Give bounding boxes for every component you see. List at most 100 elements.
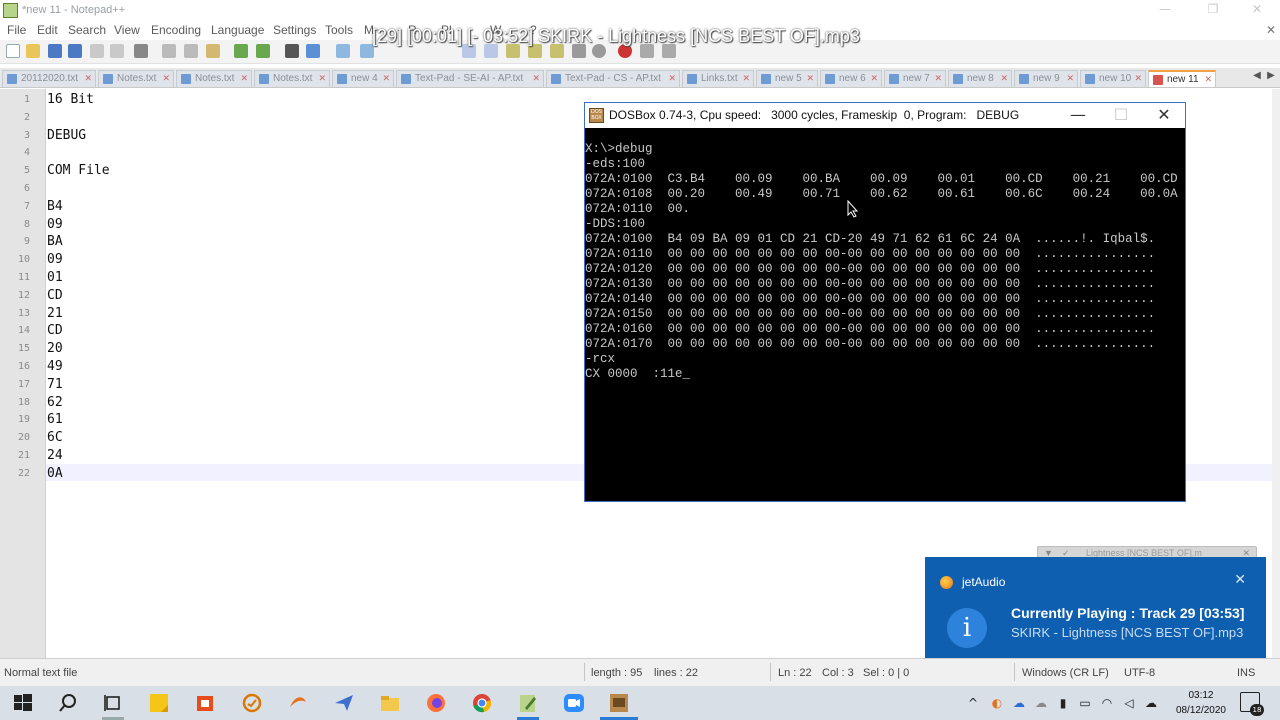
firefox-icon[interactable] (425, 692, 447, 714)
tab-textpad-se-ai[interactable]: Text-Pad - SE-AI - AP.txt ✕ (396, 70, 544, 87)
tab-scroll-left-icon[interactable]: ◀ (1250, 70, 1264, 85)
close-tab-icon[interactable]: ✕ (1066, 73, 1074, 84)
code-line[interactable]: 62 (47, 395, 63, 410)
tab-links[interactable]: Links.txt ✕ (682, 70, 754, 87)
close-tab-icon[interactable]: ✕ (532, 73, 540, 84)
tray-sync-icon[interactable]: ☁ (1144, 696, 1158, 710)
code-line[interactable]: 71 (47, 377, 63, 392)
tray-jetaudio-icon[interactable]: ◐ (990, 696, 1004, 710)
code-line[interactable]: 49 (47, 359, 63, 374)
find-icon[interactable] (285, 44, 299, 58)
dosbox-console[interactable]: X:\>debug -eds:100 072A:0100 C3.B4 00.09 0… (585, 128, 1185, 501)
undo-icon[interactable] (234, 44, 248, 58)
menu-file[interactable]: File (7, 23, 26, 37)
dosbox-title-bar[interactable]: DOS BOX DOSBox 0.74-3, Cpu speed: 3000 cy… (585, 103, 1185, 128)
menu-settings[interactable]: Settings (273, 23, 316, 37)
close-tab-icon[interactable]: ✕ (1000, 73, 1008, 84)
status-eol[interactable]: Windows (CR LF) (1022, 667, 1109, 679)
redo-icon[interactable] (256, 44, 270, 58)
cut-icon[interactable] (162, 44, 176, 58)
code-line[interactable]: 0A (47, 466, 63, 481)
save-all-icon[interactable] (68, 44, 82, 58)
paste-icon[interactable] (206, 44, 220, 58)
code-line[interactable]: 24 (47, 448, 63, 463)
close-tab-icon[interactable]: ✕ (870, 73, 878, 84)
dosbox-close-button[interactable]: ✕ (1143, 103, 1185, 128)
code-line[interactable]: 21 (47, 306, 63, 321)
close-tab-icon[interactable]: ✕ (318, 73, 326, 84)
tab-new-9[interactable]: new 9 ✕ (1014, 70, 1078, 87)
paper-plane-icon[interactable] (333, 692, 355, 714)
dosbox-minimize-button[interactable]: — (1057, 103, 1099, 128)
vertical-scrollbar[interactable] (1272, 89, 1280, 658)
code-line[interactable]: 09 (47, 217, 63, 232)
close-file-icon[interactable] (90, 44, 104, 58)
code-line[interactable]: DEBUG (47, 128, 86, 143)
code-line[interactable]: 09 (47, 252, 63, 267)
sticky-notes-icon[interactable] (148, 692, 170, 714)
tab-new-4[interactable]: new 4 ✕ (332, 70, 394, 87)
menu-tools[interactable]: Tools (325, 23, 353, 37)
close-tab-icon[interactable]: ✕ (742, 73, 750, 84)
zoom-in-icon[interactable] (336, 44, 350, 58)
close-tab-icon[interactable]: ✕ (84, 73, 92, 84)
code-line[interactable]: B4 (47, 199, 63, 214)
notification-close-icon[interactable]: ✕ (1234, 572, 1246, 588)
close-tab-icon[interactable]: ✕ (1134, 73, 1142, 84)
code-line[interactable]: 61 (47, 412, 63, 427)
status-encoding[interactable]: UTF-8 (1124, 667, 1155, 679)
wifi-icon[interactable]: ◠ (1100, 696, 1114, 710)
search-icon[interactable] (57, 692, 79, 714)
tab-scroll-right-icon[interactable]: ▶ (1264, 70, 1278, 85)
tab-new-10[interactable]: new 10 ✕ (1080, 70, 1146, 87)
zoom-icon[interactable] (563, 692, 585, 714)
close-tab-icon[interactable]: ✕ (382, 73, 390, 84)
maximize-button[interactable]: ❐ (1190, 2, 1236, 20)
tray-onedrive-icon[interactable]: ☁ (1012, 696, 1026, 710)
replace-icon[interactable] (306, 44, 320, 58)
code-line[interactable]: CD (47, 323, 63, 338)
close-tab-icon[interactable]: ✕ (240, 73, 248, 84)
tab-new-6[interactable]: new 6 ✕ (820, 70, 882, 87)
code-line[interactable]: 01 (47, 270, 63, 285)
close-tab-icon[interactable]: ✕ (934, 73, 942, 84)
chrome-icon[interactable] (471, 692, 493, 714)
tab-new-5[interactable]: new 5 ✕ (756, 70, 818, 87)
close-tab-icon[interactable]: ✕ (668, 73, 676, 84)
code-line[interactable]: 20 (47, 341, 63, 356)
tab-textpad-cs[interactable]: Text-Pad - CS - AP.txt ✕ (546, 70, 680, 87)
sketch-tool-icon[interactable] (241, 692, 263, 714)
notepadpp-taskbar-icon[interactable] (517, 692, 539, 714)
microphone-icon[interactable]: ▮ (1056, 696, 1070, 710)
close-all-icon[interactable] (110, 44, 124, 58)
notepadpp-app-icon[interactable] (3, 3, 18, 18)
windows-start-icon[interactable] (12, 692, 34, 714)
new-file-icon[interactable] (6, 44, 20, 58)
close-tab-icon[interactable]: ✕ (806, 73, 814, 84)
menu-encoding[interactable]: Encoding (151, 23, 201, 37)
code-line[interactable]: CD (47, 288, 63, 303)
system-clock[interactable]: 03:12 08/12/2020 (1176, 688, 1226, 718)
dosbox-window[interactable]: DOS BOX DOSBox 0.74-3, Cpu speed: 3000 cy… (584, 102, 1186, 502)
close-tab-icon[interactable]: ✕ (162, 73, 170, 84)
volume-icon[interactable]: ◁ (1122, 696, 1136, 710)
tab-new-8[interactable]: new 8 ✕ (948, 70, 1012, 87)
office-icon[interactable] (194, 692, 216, 714)
minimize-button[interactable]: — (1142, 2, 1188, 20)
tab-new-11[interactable]: new 11 ✕ (1148, 70, 1216, 87)
menu-language[interactable]: Language (211, 23, 264, 37)
tab-20112020[interactable]: 20112020.txt ✕ (2, 70, 96, 87)
code-line[interactable]: COM File (47, 163, 110, 178)
menu-edit[interactable]: Edit (37, 23, 58, 37)
copy-icon[interactable] (184, 44, 198, 58)
menu-view[interactable]: View (114, 23, 140, 37)
dosbox-maximize-button[interactable]: ☐ (1100, 103, 1142, 128)
usb-icon[interactable]: ▭ (1078, 696, 1092, 710)
jetaudio-notification[interactable]: jetAudio ✕ i Currently Playing : Track 2… (925, 557, 1266, 670)
close-tab-icon[interactable]: ✕ (1204, 74, 1212, 85)
code-line[interactable]: BA (47, 234, 63, 249)
show-hidden-icons-icon[interactable]: ^ (966, 696, 980, 710)
task-view-icon[interactable] (102, 692, 124, 714)
tab-notes-3[interactable]: Notes.txt ✕ (254, 70, 330, 87)
dosbox-taskbar-icon[interactable] (608, 692, 630, 714)
